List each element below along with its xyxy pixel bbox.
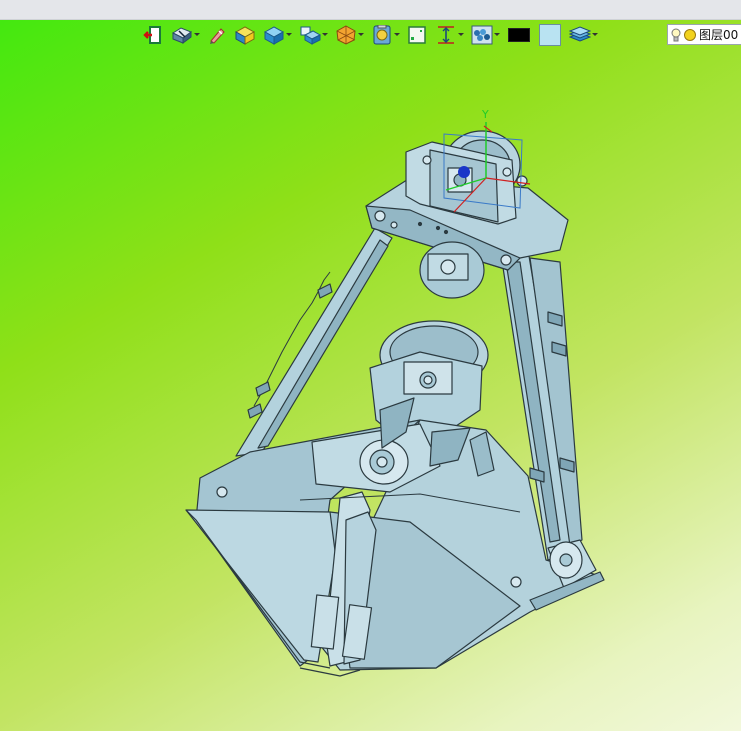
y-axis-glyph: Y (481, 108, 489, 121)
left-arm-inner (257, 239, 389, 449)
model-viewport[interactable]: Y (0, 0, 741, 731)
grab-bucket-model (185, 130, 605, 677)
